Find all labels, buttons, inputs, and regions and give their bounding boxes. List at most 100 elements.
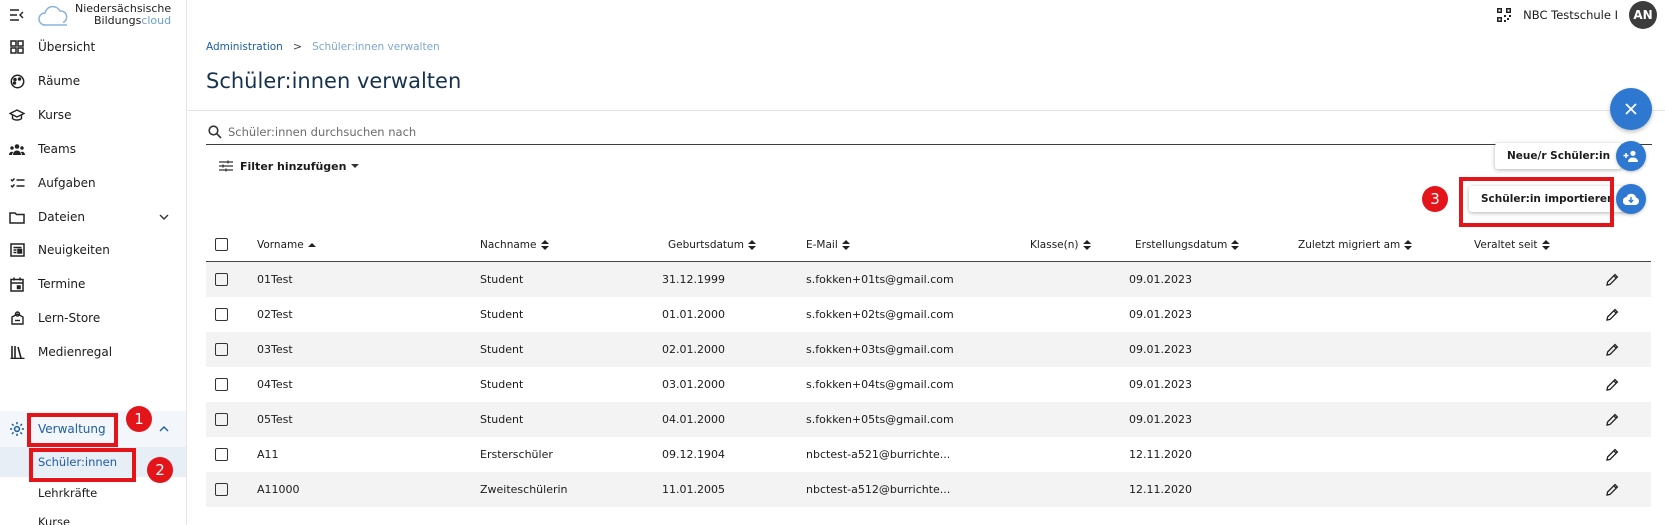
sidebar-item-uebersicht[interactable]: Übersicht	[0, 29, 186, 65]
column-header-label: Vorname	[257, 239, 304, 251]
edit-pencil-icon[interactable]	[1606, 273, 1619, 286]
import-student-fab[interactable]	[1616, 184, 1646, 214]
students-table: Vorname Nachname Geburtsdatum E-Mail Kla…	[206, 230, 1651, 507]
add-filter-button[interactable]: Filter hinzufügen	[219, 157, 360, 175]
row-checkbox[interactable]	[215, 308, 228, 321]
edit-pencil-icon[interactable]	[1606, 308, 1619, 321]
select-all-checkbox[interactable]	[215, 238, 228, 251]
table-row[interactable]: 03Test Student 02.01.2000 s.fokken+03ts@…	[206, 332, 1651, 367]
column-header-label: Geburtsdatum	[668, 239, 744, 251]
cell-erstellungsdatum: 09.01.2023	[1129, 343, 1192, 356]
table-row[interactable]: 04Test Student 03.01.2000 s.fokken+04ts@…	[206, 367, 1651, 402]
school-hat-icon	[9, 107, 25, 123]
cell-nachname: Student	[480, 413, 524, 426]
sidebar-item-aufgaben[interactable]: Aufgaben	[0, 165, 186, 201]
sidebar-subitem-kurse[interactable]: Kurse	[0, 507, 186, 525]
sort-icon	[747, 240, 756, 250]
qr-code-icon[interactable]	[1497, 8, 1512, 22]
column-header-klassen[interactable]: Klasse(n)	[1030, 239, 1091, 251]
cell-nachname: Student	[480, 273, 524, 286]
edit-pencil-icon[interactable]	[1606, 413, 1619, 426]
sort-icon	[1404, 240, 1413, 250]
sidebar-item-label: Neuigkeiten	[38, 243, 110, 257]
avatar[interactable]: AN	[1629, 1, 1657, 29]
sort-icon	[1231, 240, 1240, 250]
sidebar-item-lern-store[interactable]: Lern-Store	[0, 300, 186, 336]
row-checkbox[interactable]	[215, 378, 228, 391]
sidebar-item-termine[interactable]: Termine	[0, 266, 186, 302]
cell-nachname: Student	[480, 378, 524, 391]
table-row[interactable]: 02Test Student 01.01.2000 s.fokken+02ts@…	[206, 297, 1651, 332]
row-checkbox[interactable]	[215, 273, 228, 286]
breadcrumb-current: Schüler:innen verwalten	[312, 40, 440, 53]
search-bar	[206, 120, 1652, 145]
logo-bildungs: Bildungs	[94, 14, 142, 27]
edit-pencil-icon[interactable]	[1606, 343, 1619, 356]
gear-icon	[9, 421, 25, 437]
row-checkbox[interactable]	[215, 343, 228, 356]
folder-icon	[9, 209, 25, 225]
sidebar-item-label: Medienregal	[38, 345, 113, 359]
edit-pencil-icon[interactable]	[1606, 448, 1619, 461]
sidebar-item-medienregal[interactable]: Medienregal	[0, 334, 186, 370]
annotation-number-3: 3	[1422, 186, 1448, 212]
breadcrumb-separator: >	[292, 40, 303, 53]
sidebar-header: Niedersächsische Bildungscloud	[0, 0, 186, 30]
school-name[interactable]: NBC Testschule I	[1523, 8, 1618, 22]
row-checkbox[interactable]	[215, 413, 228, 426]
search-input[interactable]	[228, 125, 1128, 139]
cell-geburtsdatum: 04.01.2000	[662, 413, 725, 426]
column-header-nachname[interactable]: Nachname	[480, 239, 549, 251]
chevron-down-icon[interactable]	[158, 211, 170, 223]
annotation-number-2: 2	[147, 457, 173, 483]
column-header-email[interactable]: E-Mail	[806, 239, 850, 251]
store-icon	[9, 310, 25, 326]
cell-erstellungsdatum: 09.01.2023	[1129, 378, 1192, 391]
cell-geburtsdatum: 09.12.1904	[662, 448, 725, 461]
cell-geburtsdatum: 31.12.1999	[662, 273, 725, 286]
table-row[interactable]: A11 Ersterschüler 09.12.1904 nbctest-a52…	[206, 437, 1651, 472]
edit-pencil-icon[interactable]	[1606, 483, 1619, 496]
column-header-label: Veraltet seit	[1474, 239, 1538, 251]
cell-erstellungsdatum: 12.11.2020	[1129, 448, 1192, 461]
sidebar-item-neuigkeiten[interactable]: Neuigkeiten	[0, 232, 186, 268]
column-header-erstellungsdatum[interactable]: Erstellungsdatum	[1135, 239, 1240, 251]
divider	[188, 110, 1665, 111]
column-header-zuletzt-migriert[interactable]: Zuletzt migriert am	[1298, 239, 1413, 251]
new-student-label-button[interactable]: Neue/r Schüler:in	[1495, 143, 1623, 169]
table-row[interactable]: A11000 Zweiteschülerin 11.01.2005 nbctes…	[206, 472, 1651, 507]
edit-pencil-icon[interactable]	[1606, 378, 1619, 391]
table-row[interactable]: 05Test Student 04.01.2000 s.fokken+05ts@…	[206, 402, 1651, 437]
table-row[interactable]: 01Test Student 31.12.1999 s.fokken+01ts@…	[206, 262, 1651, 297]
breadcrumb-link-administration[interactable]: Administration	[206, 41, 283, 53]
new-student-fab[interactable]	[1616, 141, 1646, 171]
sort-icon	[540, 240, 549, 250]
sidebar-item-label: Übersicht	[38, 40, 96, 54]
sidebar-item-raeume[interactable]: Räume	[0, 63, 186, 99]
cloud-logo-icon	[38, 5, 68, 26]
sidebar-item-kurse[interactable]: Kurse	[0, 97, 186, 133]
sidebar-item-teams[interactable]: Teams	[0, 131, 186, 167]
column-header-veraltet-seit[interactable]: Veraltet seit	[1474, 239, 1550, 251]
cell-vorname: 01Test	[257, 273, 293, 286]
annotation-box-2	[29, 448, 136, 482]
cell-geburtsdatum: 02.01.2000	[662, 343, 725, 356]
menu-collapse-icon[interactable]	[9, 8, 25, 22]
sort-ascending-icon	[307, 243, 316, 247]
cell-geburtsdatum: 01.01.2000	[662, 308, 725, 321]
row-checkbox[interactable]	[215, 483, 228, 496]
sidebar-item-dateien[interactable]: Dateien	[0, 199, 186, 235]
sidebar-item-label: Termine	[38, 277, 86, 291]
cell-email: s.fokken+03ts@gmail.com	[806, 343, 954, 356]
cell-geburtsdatum: 11.01.2005	[662, 483, 725, 496]
fab-close-button[interactable]	[1610, 88, 1652, 130]
column-header-geburtsdatum[interactable]: Geburtsdatum	[668, 239, 756, 251]
chevron-up-icon[interactable]	[158, 423, 170, 435]
cell-vorname: A11000	[257, 483, 300, 496]
logo[interactable]: Niedersächsische Bildungscloud	[37, 1, 171, 29]
add-filter-label: Filter hinzufügen	[240, 159, 347, 173]
annotation-box-3	[1459, 177, 1614, 227]
column-header-vorname[interactable]: Vorname	[257, 239, 316, 251]
row-checkbox[interactable]	[215, 448, 228, 461]
sidebar-item-label: Teams	[38, 142, 76, 156]
